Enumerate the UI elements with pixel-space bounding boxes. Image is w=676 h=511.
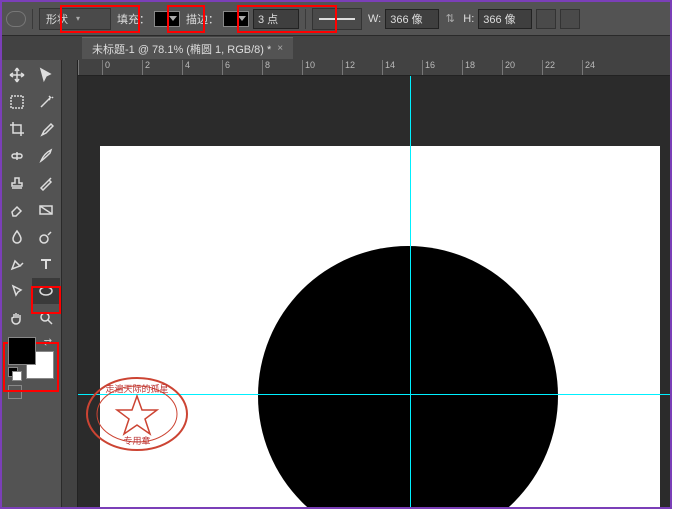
ruler-tick: 20 [502,60,542,75]
history-brush-tool[interactable] [32,170,60,196]
workspace: 024681012141618202224 [62,60,670,507]
w-label: W: [368,13,381,25]
tab-bar: 未标题-1 @ 78.1% (椭圆 1, RGB/8) * × [2,36,670,60]
ruler-tick: 22 [542,60,582,75]
pen-tool[interactable] [3,251,31,277]
ruler-tick: 18 [462,60,502,75]
app-frame: 形状 ▾ 填充： 描边： 3 点 W: 366 像 ⇅ H: 366 像 未标题… [0,0,672,509]
ruler-tick: 4 [182,60,222,75]
eraser-tool[interactable] [3,197,31,223]
move-tool[interactable] [3,62,31,88]
height-field[interactable]: 366 像 [478,9,532,29]
ruler-tick: 14 [382,60,422,75]
quickmask-off[interactable] [8,385,22,399]
stroke-width-input[interactable]: 3 点 [253,9,299,29]
color-picker: ⇄ [8,337,54,379]
blur-tool[interactable] [3,224,31,250]
stroke-label: 描边： [186,11,219,27]
marquee-tool[interactable] [3,89,31,115]
path-select-tool[interactable] [3,278,31,304]
path-ops-button[interactable] [536,9,556,29]
heal-tool[interactable] [3,143,31,169]
quickmask-row [2,383,61,403]
dodge-tool[interactable] [32,224,60,250]
crop-tool[interactable] [3,116,31,142]
ruler-tick: 12 [342,60,382,75]
fill-label: 填充： [117,11,150,27]
guide-horizontal[interactable] [78,394,670,395]
ruler-tick: 8 [262,60,302,75]
align-button[interactable] [560,9,580,29]
gradient-tool[interactable] [32,197,60,223]
ruler-tick: 10 [302,60,342,75]
ruler-tick: 24 [582,60,622,75]
toolbox: ⇄ [2,60,62,507]
close-tab-icon[interactable]: × [277,43,283,54]
fill-swatch[interactable] [154,11,180,27]
guide-vertical[interactable] [410,76,411,507]
ruler-tick: 16 [422,60,462,75]
brush-tool[interactable] [32,143,60,169]
ruler-horizontal[interactable]: 024681012141618202224 [78,60,670,76]
h-label: H: [463,13,474,25]
canvas[interactable] [78,76,670,507]
ellipse-shape-tool[interactable] [32,278,60,304]
tool-preset-icon[interactable] [6,11,26,27]
document-tab[interactable]: 未标题-1 @ 78.1% (椭圆 1, RGB/8) * × [82,37,293,59]
link-wh-icon[interactable]: ⇅ [443,9,457,29]
hand-tool[interactable] [3,305,31,331]
zoom-tool[interactable] [32,305,60,331]
stroke-swatch[interactable] [223,11,249,27]
stamp-tool[interactable] [3,170,31,196]
eyedropper-tool[interactable] [32,116,60,142]
foreground-color[interactable] [8,337,36,365]
ruler-tick: 2 [142,60,182,75]
ruler-vertical[interactable] [62,60,78,507]
type-tool[interactable] [32,251,60,277]
tab-title: 未标题-1 @ 78.1% (椭圆 1, RGB/8) * [92,41,271,57]
width-field[interactable]: 366 像 [385,9,439,29]
default-colors-icon[interactable] [8,367,20,379]
ruler-tick: 0 [102,60,142,75]
options-bar: 形状 ▾ 填充： 描边： 3 点 W: 366 像 ⇅ H: 366 像 [2,2,670,36]
mode-dropdown[interactable]: 形状 ▾ [39,8,111,30]
swap-colors-icon[interactable]: ⇄ [44,337,52,348]
ruler-tick: 6 [222,60,262,75]
magic-wand-tool[interactable] [32,89,60,115]
stroke-style-dropdown[interactable] [312,8,362,30]
arrow-tool[interactable] [32,62,60,88]
mode-label: 形状 [46,11,68,27]
